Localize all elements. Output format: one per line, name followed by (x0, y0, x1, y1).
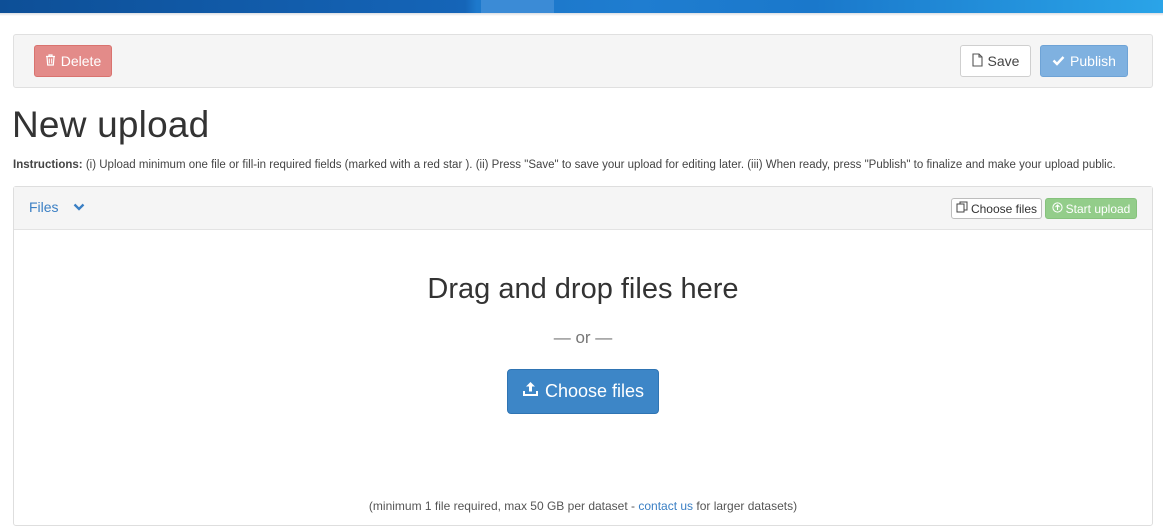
start-upload-label: Start upload (1065, 201, 1131, 216)
publish-label: Publish (1070, 53, 1116, 69)
delete-label: Delete (60, 53, 102, 69)
note-after: for larger datasets) (693, 499, 798, 513)
chevron-down-icon (73, 199, 85, 215)
delete-button[interactable]: Delete (34, 45, 112, 77)
page-title: New upload (12, 104, 210, 145)
instructions-text: (i) Upload minimum one file or fill-in r… (82, 159, 1116, 171)
files-header-label: Files (29, 199, 59, 215)
start-upload-button[interactable]: Start upload (1045, 198, 1137, 219)
contact-us-link[interactable]: contact us (638, 499, 693, 513)
upload-circle-icon (1052, 201, 1063, 216)
header-shadow (0, 13, 1163, 16)
drop-zone-title: Drag and drop files here (427, 273, 739, 305)
files-toggle[interactable]: Files (29, 199, 85, 215)
save-button[interactable]: Save (960, 45, 1031, 77)
upload-limits-note: (minimum 1 file required, max 50 GB per … (14, 499, 1152, 513)
header-active-highlight (481, 0, 554, 13)
upload-icon (522, 381, 539, 402)
check-icon (1052, 53, 1065, 69)
choose-files-label: Choose files (544, 381, 645, 401)
drop-zone-or: — or — (553, 328, 613, 347)
instructions-prefix: Instructions: (13, 159, 83, 171)
file-icon (971, 52, 983, 70)
save-label: Save (987, 53, 1020, 69)
files-panel: Files Choose files Start upload Drag and… (13, 186, 1153, 526)
choose-files-button[interactable]: Choose files (507, 369, 659, 414)
choose-files-small-button[interactable]: Choose files (951, 198, 1042, 219)
action-bar: Delete Save Publish (13, 34, 1153, 88)
note-before: (minimum 1 file required, max 50 GB per … (368, 499, 639, 513)
top-header-strip (0, 0, 1163, 16)
trash-icon (45, 53, 56, 69)
instructions: Instructions: (i) Upload minimum one fil… (13, 159, 1116, 171)
choose-files-small-label: Choose files (970, 201, 1038, 216)
publish-button[interactable]: Publish (1040, 45, 1128, 77)
files-panel-header: Files Choose files Start upload (14, 187, 1152, 230)
copy-icon (956, 201, 968, 216)
